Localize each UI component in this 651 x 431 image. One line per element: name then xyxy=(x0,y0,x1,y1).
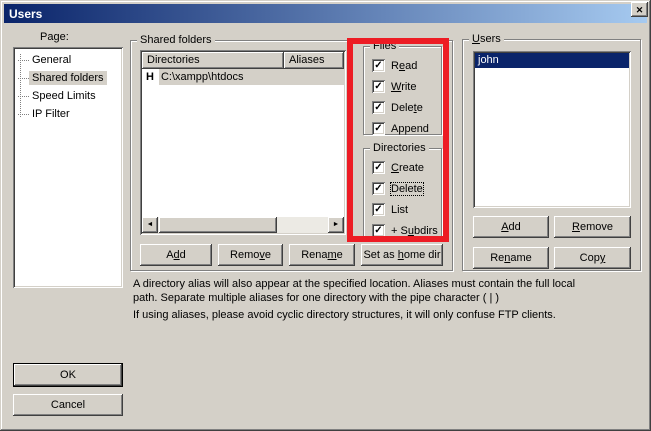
tree-branch-icon xyxy=(18,96,29,97)
user-list-item[interactable]: john xyxy=(475,53,629,68)
files-group-label: Files xyxy=(370,40,399,53)
checkbox-label: Create xyxy=(391,162,424,174)
shared-folders-list[interactable]: Directories Aliases H C:\xampp\htdocs ◄ … xyxy=(140,50,346,235)
column-header-aliases[interactable]: Aliases xyxy=(284,52,344,69)
copy-user-button[interactable]: Copy xyxy=(554,247,631,269)
table-row[interactable]: H C:\xampp\htdocs xyxy=(142,69,344,85)
checkbox-checked-icon: ✓ xyxy=(372,224,385,237)
title-bar[interactable]: Users xyxy=(4,4,647,23)
shared-folders-group-label: Shared folders xyxy=(137,34,215,47)
scrollbar-thumb[interactable] xyxy=(159,217,277,233)
remove-directory-button[interactable]: Remove xyxy=(218,244,283,266)
sidebar-item-label: General xyxy=(29,53,74,67)
tree-branch-icon xyxy=(18,114,29,115)
checkbox-dirs-delete[interactable]: ✓ Delete xyxy=(372,182,435,195)
tree-branch-icon xyxy=(18,78,29,79)
directories-group-label: Directories xyxy=(370,142,429,155)
ok-button[interactable]: OK xyxy=(13,363,123,387)
description-line: path. Separate multiple aliases for one … xyxy=(133,291,575,305)
description-line: If using aliases, please avoid cyclic di… xyxy=(133,308,575,322)
checkbox-label: Delete xyxy=(391,183,423,195)
directory-cell: C:\xampp\htdocs xyxy=(159,69,344,85)
checkbox-dirs-list[interactable]: ✓ List xyxy=(372,203,435,216)
cancel-button[interactable]: Cancel xyxy=(13,394,123,416)
scroll-right-icon[interactable]: ► xyxy=(328,217,344,233)
scrollbar-track[interactable] xyxy=(277,217,328,233)
checkbox-label: Write xyxy=(391,81,416,93)
check-icon: ✓ xyxy=(374,60,382,71)
sidebar-item-general[interactable]: General xyxy=(18,51,120,69)
check-icon: ✓ xyxy=(374,102,382,113)
alias-description: A directory alias will also appear at th… xyxy=(133,277,575,322)
checkbox-checked-icon: ✓ xyxy=(372,182,385,195)
tree-branch-icon xyxy=(18,60,29,61)
page-label: Page: xyxy=(40,31,69,43)
sidebar-item-label: IP Filter xyxy=(29,107,73,121)
sidebar-item-speed-limits[interactable]: Speed Limits xyxy=(18,87,120,105)
sidebar-item-label: Shared folders xyxy=(29,71,107,85)
users-listbox[interactable]: john xyxy=(473,51,631,208)
checkbox-label: + Subdirs xyxy=(391,225,438,237)
close-button[interactable]: ✕ xyxy=(631,2,648,17)
checkbox-label: Append xyxy=(391,123,429,135)
check-icon: ✓ xyxy=(374,81,382,92)
sidebar-item-ip-filter[interactable]: IP Filter xyxy=(18,105,120,123)
scroll-left-icon[interactable]: ◄ xyxy=(142,217,158,233)
sidebar-item-shared-folders[interactable]: Shared folders xyxy=(18,69,120,87)
sidebar-item-label: Speed Limits xyxy=(29,89,99,103)
check-icon: ✓ xyxy=(374,123,382,134)
set-as-home-dir-button[interactable]: Set as home dir xyxy=(361,244,443,266)
checkbox-files-append[interactable]: ✓ Append xyxy=(372,122,435,135)
column-header-directories[interactable]: Directories xyxy=(142,52,284,69)
checkbox-dirs-subdirs[interactable]: ✓ + Subdirs xyxy=(372,224,435,237)
close-icon: ✕ xyxy=(636,5,644,15)
description-line: A directory alias will also appear at th… xyxy=(133,277,575,291)
checkbox-checked-icon: ✓ xyxy=(372,122,385,135)
check-icon: ✓ xyxy=(374,162,382,173)
checkbox-checked-icon: ✓ xyxy=(372,59,385,72)
add-directory-button[interactable]: Add xyxy=(140,244,212,266)
window-title: Users xyxy=(9,7,42,21)
checkbox-files-write[interactable]: ✓ Write xyxy=(372,80,435,93)
checkbox-files-delete[interactable]: ✓ Delete xyxy=(372,101,435,114)
users-dialog: Users ✕ Page: General Shared folders Spe… xyxy=(0,0,651,431)
checkbox-checked-icon: ✓ xyxy=(372,161,385,174)
check-icon: ✓ xyxy=(374,204,382,215)
list-header: Directories Aliases xyxy=(142,52,344,69)
home-flag: H xyxy=(142,69,159,85)
checkbox-checked-icon: ✓ xyxy=(372,80,385,93)
rename-user-button[interactable]: Rename xyxy=(473,247,549,269)
checkbox-label: Delete xyxy=(391,102,423,114)
rename-directory-button[interactable]: Rename xyxy=(289,244,355,266)
checkbox-checked-icon: ✓ xyxy=(372,101,385,114)
horizontal-scrollbar[interactable]: ◄ ► xyxy=(142,217,344,233)
directories-permissions-group: Directories ✓ Create ✓ Delete ✓ List ✓ +… xyxy=(363,148,442,237)
checkbox-files-read[interactable]: ✓ Read xyxy=(372,59,435,72)
checkbox-label: List xyxy=(391,204,408,216)
page-tree: General Shared folders Speed Limits IP F… xyxy=(13,47,123,288)
check-icon: ✓ xyxy=(374,183,382,194)
users-group: Users john Add Remove Rename Copy xyxy=(462,39,641,271)
remove-user-button[interactable]: Remove xyxy=(554,216,631,238)
checkbox-dirs-create[interactable]: ✓ Create xyxy=(372,161,435,174)
users-group-label: Users xyxy=(469,33,504,46)
check-icon: ✓ xyxy=(374,225,382,236)
checkbox-label: Read xyxy=(391,60,417,72)
checkbox-checked-icon: ✓ xyxy=(372,203,385,216)
add-user-button[interactable]: Add xyxy=(473,216,549,238)
files-permissions-group: Files ✓ Read ✓ Write ✓ Delete ✓ Append xyxy=(363,46,442,135)
